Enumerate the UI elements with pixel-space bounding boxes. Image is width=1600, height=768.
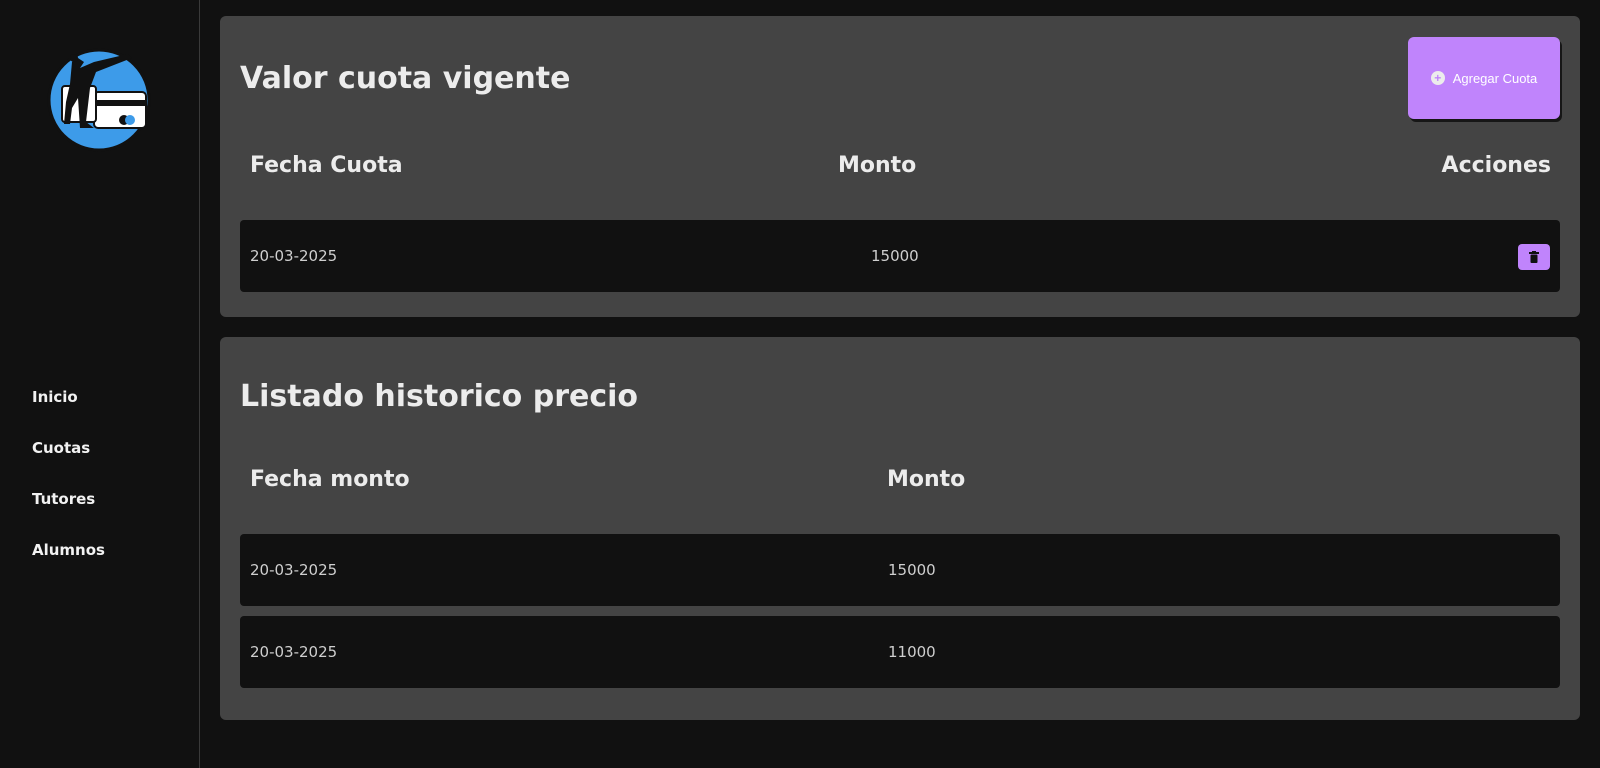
karate-kick-card-logo-icon[interactable] [44,44,156,156]
sidebar-nav: Inicio Cuotas Tutores Alumnos [32,388,105,592]
row-date: 20-03-2025 [250,561,338,579]
sidebar-item-tutores[interactable]: Tutores [32,490,105,541]
price-history-card: Listado historico precio Fecha monto Mon… [220,337,1580,720]
plus-circle-icon: + [1430,71,1445,85]
column-header-monto: Monto [887,467,966,492]
sidebar-item-inicio[interactable]: Inicio [32,388,105,439]
row-date: 20-03-2025 [250,643,338,661]
table-row: 20-03-2025 11000 [240,616,1560,688]
sidebar-item-cuotas[interactable]: Cuotas [32,439,105,490]
row-amount: 15000 [888,561,936,579]
trash-icon [1529,251,1539,263]
app: Inicio Cuotas Tutores Alumnos Valor cuot… [0,0,1600,768]
column-header-fecha-monto: Fecha monto [250,467,410,492]
current-fee-title: Valor cuota vigente [240,61,571,96]
column-header-acciones: Acciones [1441,153,1551,178]
delete-fee-button[interactable] [1518,244,1550,270]
column-header-fecha-cuota: Fecha Cuota [250,153,403,178]
row-amount: 11000 [888,643,936,661]
table-row: 20-03-2025 15000 [240,534,1560,606]
sidebar-item-alumnos[interactable]: Alumnos [32,541,105,592]
row-amount: 15000 [871,247,919,265]
price-history-title: Listado historico precio [240,379,639,414]
add-fee-button-label: Agregar Cuota [1452,70,1538,86]
row-date: 20-03-2025 [250,247,338,265]
column-header-monto: Monto [838,153,917,178]
sidebar: Inicio Cuotas Tutores Alumnos [0,0,200,768]
add-fee-button[interactable]: + Agregar Cuota [1408,37,1560,119]
table-row: 20-03-2025 15000 [240,220,1560,292]
current-fee-card: Valor cuota vigente + Agregar Cuota Fech… [220,16,1580,317]
